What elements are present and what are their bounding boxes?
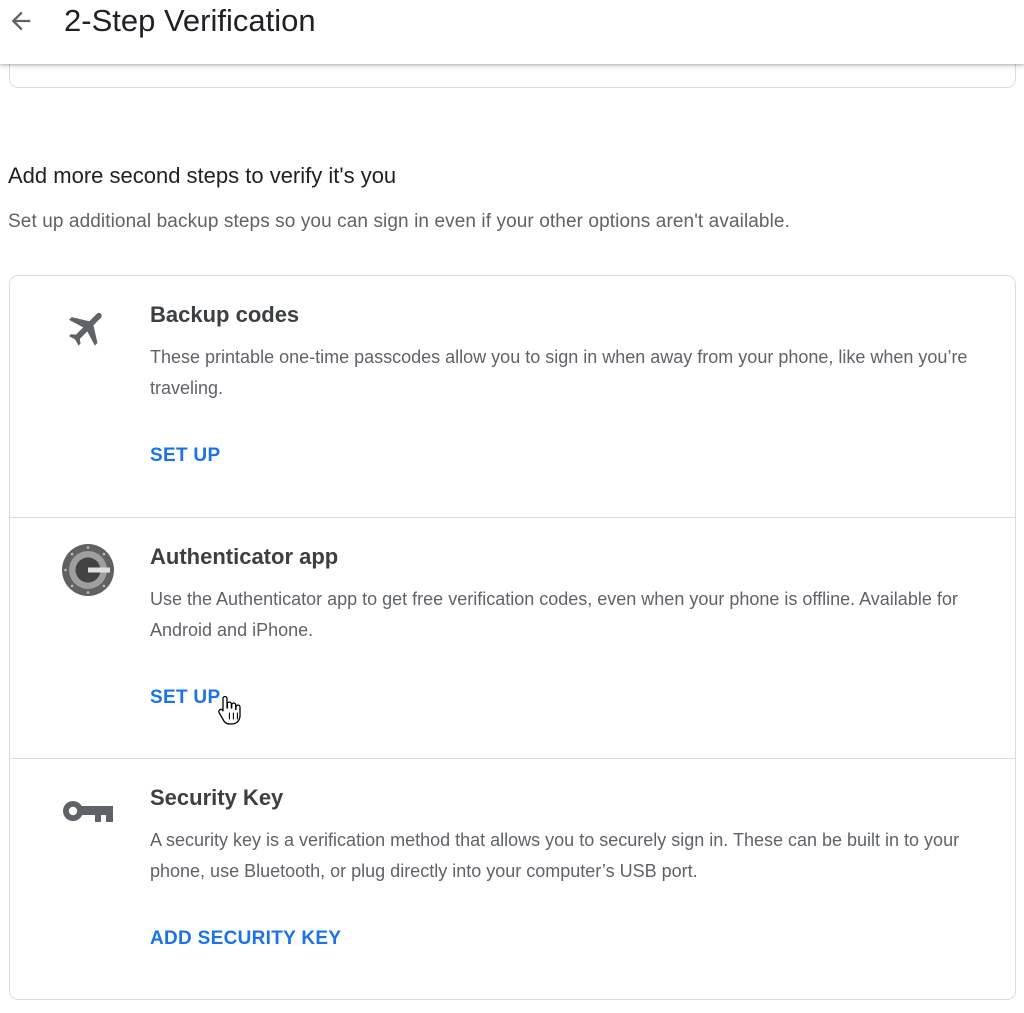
key-icon [60, 783, 116, 839]
top-app-bar: 2-Step Verification [0, 0, 1024, 64]
back-arrow-icon[interactable] [6, 6, 36, 36]
option-title: Security Key [150, 785, 284, 810]
option-title: Backup codes [150, 302, 300, 327]
add-security-key-button[interactable]: ADD SECURITY KEY [150, 927, 341, 951]
section-heading: Add more second steps to verify it's you [8, 163, 397, 188]
backup-codes-setup-button[interactable]: SET UP [150, 444, 220, 468]
authenticator-icon [60, 542, 116, 598]
option-title: Authenticator app [150, 544, 339, 569]
option-authenticator-app: Authenticator app Use the Authenticator … [10, 517, 1015, 758]
section-subtitle: Set up additional backup steps so you ca… [8, 211, 790, 232]
option-backup-codes: Backup codes These printable one-time pa… [10, 276, 1015, 517]
option-description: These printable one-time passcodes allow… [150, 347, 968, 398]
hand-cursor-icon [217, 694, 245, 726]
option-description: Use the Authenticator app to get free ve… [150, 589, 958, 640]
airplane-icon [60, 300, 116, 356]
page-title: 2-Step Verification [64, 3, 316, 38]
option-security-key: Security Key A security key is a verific… [10, 758, 1015, 1000]
authenticator-setup-button[interactable]: SET UP [150, 686, 220, 710]
second-steps-card: Backup codes These printable one-time pa… [9, 275, 1016, 1000]
option-description: A security key is a verification method … [150, 830, 960, 881]
